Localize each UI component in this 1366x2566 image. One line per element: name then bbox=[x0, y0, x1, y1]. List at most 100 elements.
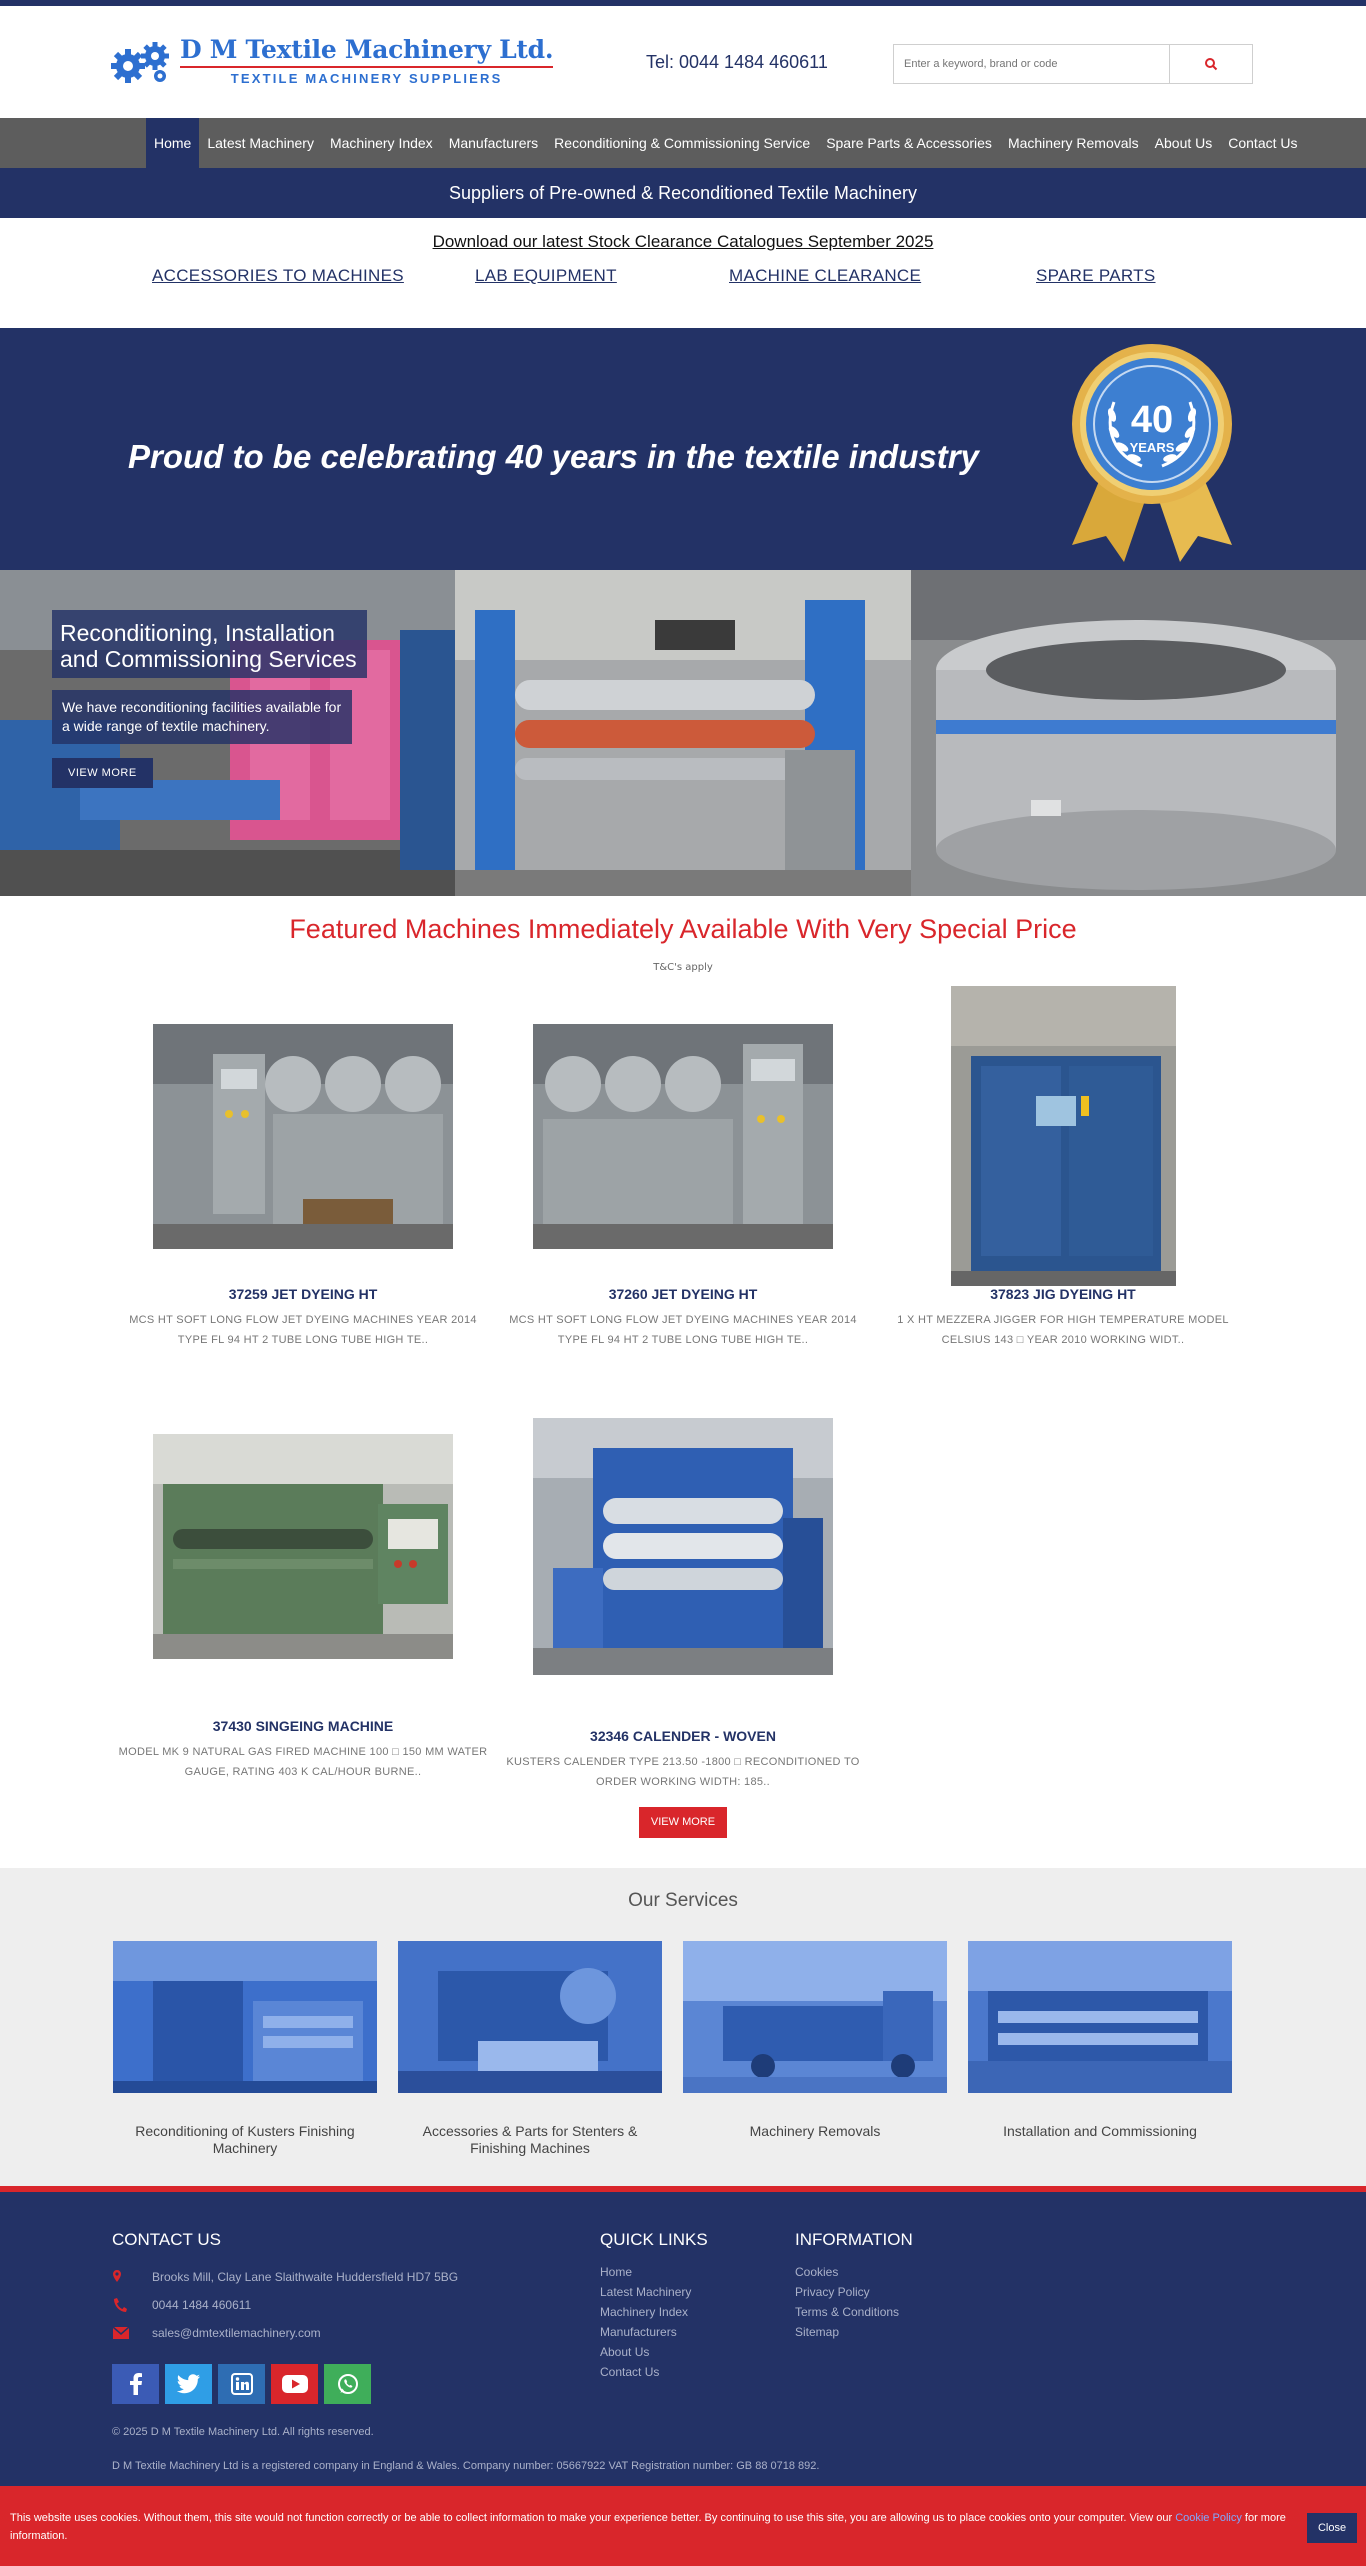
featured-card-image[interactable] bbox=[153, 986, 453, 1286]
footer-phone-text[interactable]: 0044 1484 460611 bbox=[152, 2298, 251, 2312]
service-label[interactable]: Installation and Commissioning bbox=[968, 2123, 1232, 2140]
service-label[interactable]: Machinery Removals bbox=[683, 2123, 947, 2140]
featured-card-title[interactable]: 37260 JET DYEING HT bbox=[493, 1286, 873, 1302]
youtube-icon[interactable] bbox=[271, 2364, 318, 2404]
footer-link-terms[interactable]: Terms & Conditions bbox=[795, 2302, 899, 2322]
nav-contact-us[interactable]: Contact Us bbox=[1220, 118, 1305, 168]
header-telephone[interactable]: Tel: 0044 1484 460611 bbox=[646, 52, 828, 73]
social-links bbox=[112, 2364, 377, 2404]
featured-card[interactable]: 37260 JET DYEING HT MCS HT SOFT LONG FLO… bbox=[493, 986, 873, 1350]
featured-card-description: MCS HT SOFT LONG FLOW JET DYEING MACHINE… bbox=[509, 1314, 857, 1346]
medal-word: YEARS bbox=[1130, 440, 1175, 455]
category-links: ACCESSORIES TO MACHINES LAB EQUIPMENT MA… bbox=[0, 262, 1366, 302]
footer-link-about-us[interactable]: About Us bbox=[600, 2342, 691, 2362]
footer-link-latest-machinery[interactable]: Latest Machinery bbox=[600, 2282, 691, 2302]
download-catalogue-link[interactable]: Download our latest Stock Clearance Cata… bbox=[433, 232, 934, 251]
footer-quick-links: Home Latest Machinery Machinery Index Ma… bbox=[600, 2262, 691, 2382]
site-logo[interactable]: D M Textile Machinery Ltd. TEXTILE MACHI… bbox=[110, 35, 554, 86]
service-label[interactable]: Reconditioning of Kusters Finishing Mach… bbox=[113, 2123, 377, 2157]
tagline-bar: Suppliers of Pre-owned & Reconditioned T… bbox=[0, 168, 1366, 218]
whatsapp-icon[interactable] bbox=[324, 2364, 371, 2404]
nav-reconditioning[interactable]: Reconditioning & Commissioning Service bbox=[546, 118, 818, 168]
main-navigation: Home Latest Machinery Machinery Index Ma… bbox=[0, 118, 1366, 168]
logo-subtitle: TEXTILE MACHINERY SUPPLIERS bbox=[230, 71, 503, 86]
nav-spare-parts[interactable]: Spare Parts & Accessories bbox=[818, 118, 1000, 168]
featured-view-more-button[interactable]: VIEW MORE bbox=[639, 1807, 727, 1838]
footer-email-text[interactable]: sales@dmtextilemachinery.com bbox=[152, 2326, 321, 2340]
footer-link-sitemap[interactable]: Sitemap bbox=[795, 2322, 899, 2342]
footer-quick-links-heading: QUICK LINKS bbox=[600, 2230, 708, 2249]
location-pin-icon bbox=[113, 2270, 121, 2282]
nav-latest-machinery[interactable]: Latest Machinery bbox=[199, 118, 322, 168]
cookie-message: This website uses cookies. Without them,… bbox=[10, 2509, 1300, 2545]
envelope-icon bbox=[112, 2326, 130, 2339]
nav-about-us[interactable]: About Us bbox=[1147, 118, 1221, 168]
footer-phone[interactable]: 0044 1484 460611 bbox=[112, 2297, 251, 2313]
phone-icon bbox=[114, 2298, 127, 2312]
category-link-accessories[interactable]: ACCESSORIES TO MACHINES bbox=[152, 266, 404, 286]
footer-link-home[interactable]: Home bbox=[600, 2262, 691, 2282]
anniversary-medal: 40 YEARS bbox=[1072, 344, 1232, 562]
featured-card-description: KUSTERS CALENDER TYPE 213.50 -1800 □ REC… bbox=[506, 1756, 860, 1788]
service-image[interactable] bbox=[398, 1941, 662, 2093]
nav-machinery-removals[interactable]: Machinery Removals bbox=[1000, 118, 1147, 168]
featured-card-image[interactable] bbox=[153, 1418, 453, 1718]
linkedin-icon[interactable] bbox=[218, 2364, 265, 2404]
slider-view-more-button[interactable]: VIEW MORE bbox=[52, 758, 153, 788]
logo-title: D M Textile Machinery Ltd. bbox=[180, 35, 554, 64]
nav-home[interactable]: Home bbox=[146, 118, 200, 168]
featured-card-image[interactable] bbox=[950, 986, 1176, 1286]
featured-card-image[interactable] bbox=[533, 1418, 833, 1718]
footer-information-heading: INFORMATION bbox=[795, 2230, 913, 2249]
slider-image-round-vessel bbox=[910, 570, 1366, 896]
search-box bbox=[893, 44, 1253, 84]
footer-copyright: © 2025 D M Textile Machinery Ltd. All ri… bbox=[112, 2426, 374, 2438]
service-image[interactable] bbox=[113, 1941, 377, 2093]
footer-link-privacy-policy[interactable]: Privacy Policy bbox=[795, 2282, 899, 2302]
featured-card-title[interactable]: 32346 CALENDER - WOVEN bbox=[493, 1728, 873, 1744]
featured-card[interactable]: 37259 JET DYEING HT MCS HT SOFT LONG FLO… bbox=[113, 986, 493, 1350]
gears-icon bbox=[111, 42, 169, 83]
twitter-icon[interactable] bbox=[165, 2364, 212, 2404]
service-image[interactable] bbox=[683, 1941, 947, 2093]
nav-machinery-index[interactable]: Machinery Index bbox=[322, 118, 441, 168]
service-card[interactable]: Reconditioning of Kusters Finishing Mach… bbox=[113, 1941, 377, 2157]
service-card[interactable]: Machinery Removals bbox=[683, 1941, 947, 2140]
service-card[interactable]: Installation and Commissioning bbox=[968, 1941, 1232, 2140]
slider-title: Reconditioning, Installation and Commiss… bbox=[52, 610, 367, 678]
footer-information-links: Cookies Privacy Policy Terms & Condition… bbox=[795, 2262, 899, 2342]
featured-card-description: 1 X HT MEZZERA JIGGER FOR HIGH TEMPERATU… bbox=[897, 1314, 1229, 1346]
category-link-spare-parts[interactable]: SPARE PARTS bbox=[1036, 266, 1156, 286]
service-label[interactable]: Accessories & Parts for Stenters & Finis… bbox=[398, 2123, 662, 2157]
footer-registration: D M Textile Machinery Ltd is a registere… bbox=[112, 2460, 820, 2472]
logo-rule bbox=[180, 66, 554, 68]
cookie-close-button[interactable]: Close bbox=[1307, 2513, 1357, 2543]
featured-card-image[interactable] bbox=[533, 986, 833, 1286]
category-link-lab-equipment[interactable]: LAB EQUIPMENT bbox=[475, 266, 617, 286]
footer-email[interactable]: sales@dmtextilemachinery.com bbox=[112, 2325, 321, 2341]
featured-card-title[interactable]: 37430 SINGEING MACHINE bbox=[113, 1718, 493, 1734]
search-button[interactable] bbox=[1170, 45, 1252, 83]
search-input[interactable] bbox=[894, 45, 1170, 83]
featured-card-title[interactable]: 37259 JET DYEING HT bbox=[113, 1286, 493, 1302]
featured-card[interactable]: 37823 JIG DYEING HT 1 X HT MEZZERA JIGGE… bbox=[873, 986, 1253, 1350]
category-link-machine-clearance[interactable]: MACHINE CLEARANCE bbox=[729, 266, 921, 286]
facebook-icon[interactable] bbox=[112, 2364, 159, 2404]
service-image[interactable] bbox=[968, 1941, 1232, 2093]
anniversary-banner-text: Proud to be celebrating 40 years in the … bbox=[128, 438, 979, 475]
footer-link-cookies[interactable]: Cookies bbox=[795, 2262, 899, 2282]
featured-card[interactable]: 37430 SINGEING MACHINE MODEL MK 9 NATURA… bbox=[113, 1418, 493, 1782]
featured-card[interactable]: 32346 CALENDER - WOVEN KUSTERS CALENDER … bbox=[493, 1418, 873, 1792]
footer-link-machinery-index[interactable]: Machinery Index bbox=[600, 2302, 691, 2322]
service-card[interactable]: Accessories & Parts for Stenters & Finis… bbox=[398, 1941, 662, 2157]
featured-card-title[interactable]: 37823 JIG DYEING HT bbox=[873, 1286, 1253, 1302]
services-section: Our Services Reconditioning of Kusters F… bbox=[0, 1868, 1366, 2186]
nav-manufacturers[interactable]: Manufacturers bbox=[441, 118, 546, 168]
featured-title: Featured Machines Immediately Available … bbox=[289, 914, 1077, 944]
footer-link-manufacturers[interactable]: Manufacturers bbox=[600, 2322, 691, 2342]
featured-card-description: MCS HT SOFT LONG FLOW JET DYEING MACHINE… bbox=[129, 1314, 477, 1346]
footer-link-contact-us[interactable]: Contact Us bbox=[600, 2362, 691, 2382]
search-icon bbox=[1205, 58, 1218, 71]
slider-image-blue-machine bbox=[455, 570, 911, 896]
cookie-policy-link[interactable]: Cookie Policy bbox=[1175, 2512, 1242, 2524]
